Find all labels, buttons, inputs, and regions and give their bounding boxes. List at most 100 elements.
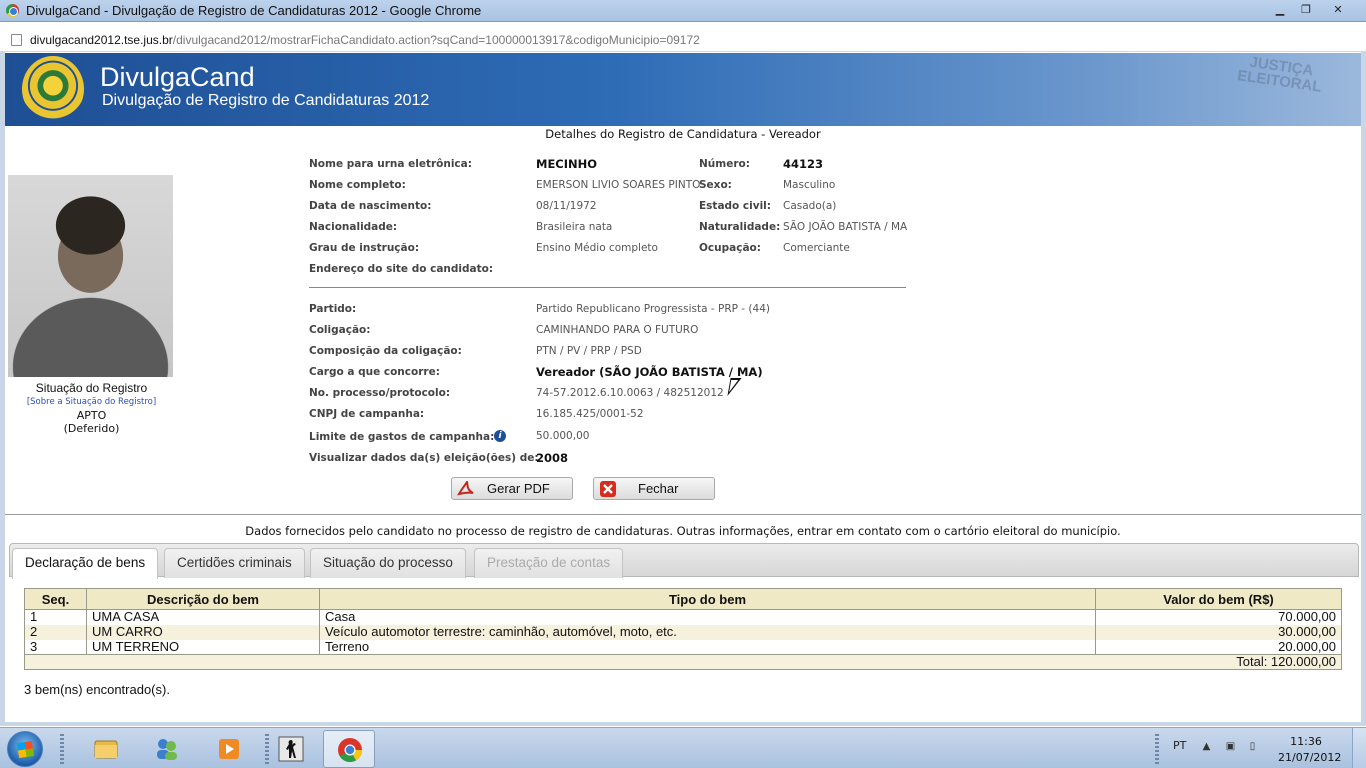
page-icon bbox=[11, 34, 22, 46]
taskbar-explorer[interactable] bbox=[80, 730, 132, 768]
tab-declaracao-de-bens[interactable]: Declaração de bens bbox=[12, 548, 159, 579]
table-header-row: Seq. Descrição do bem Tipo do bem Valor … bbox=[24, 588, 1342, 610]
assets-table: Seq. Descrição do bem Tipo do bem Valor … bbox=[24, 588, 1342, 670]
table-total-row: Total: 120.000,00 bbox=[24, 654, 1342, 670]
chrome-logo-icon bbox=[6, 4, 19, 17]
brasao-seal-icon bbox=[22, 56, 84, 122]
page-frame-right bbox=[1361, 52, 1366, 726]
start-button[interactable] bbox=[7, 731, 43, 767]
chrome-icon bbox=[338, 738, 362, 763]
estado-civil-value: Casado(a) bbox=[783, 200, 837, 212]
close-window-button[interactable]: ✕ bbox=[1326, 2, 1350, 18]
nacionalidade-value: Brasileira nata bbox=[536, 221, 613, 233]
tab-bar: Declaração de bens Certidões criminais S… bbox=[9, 543, 1359, 579]
situation-label: Situação do Registro bbox=[35, 381, 148, 395]
composicao-label: Composição da coligação: bbox=[309, 345, 462, 357]
power-icon[interactable]: ▯ bbox=[1246, 741, 1259, 754]
page-frame-bottom bbox=[5, 722, 1361, 726]
taskbar-game[interactable] bbox=[265, 730, 317, 768]
coligacao-label: Coligação: bbox=[309, 324, 371, 336]
tab-certidoes-criminais[interactable]: Certidões criminais bbox=[164, 548, 305, 578]
visualizar-label: Visualizar dados da(s) eleição(ões) de: bbox=[309, 452, 539, 464]
ocupacao-value: Comerciante bbox=[783, 242, 850, 254]
maximize-button[interactable]: ❐ bbox=[1294, 2, 1318, 18]
partido-value: Partido Republicano Progressista - PRP -… bbox=[536, 303, 770, 315]
counter-strike-icon bbox=[278, 736, 304, 762]
sexo-label: Sexo: bbox=[699, 179, 732, 191]
generate-pdf-button[interactable]: Gerar PDF bbox=[451, 477, 573, 500]
url-path: /divulgacand2012/mostrarFichaCandidato.a… bbox=[172, 33, 700, 47]
taskbar-grip bbox=[60, 734, 64, 764]
cell-seq: 2 bbox=[24, 624, 87, 640]
total-value: Total: 120.000,00 bbox=[24, 654, 1342, 670]
cell-tipo: Terreno bbox=[319, 639, 1096, 655]
clock-date: 21/07/2012 bbox=[1278, 751, 1342, 764]
grau-value: Ensino Médio completo bbox=[536, 242, 658, 254]
network-icon[interactable]: ▣ bbox=[1224, 741, 1237, 754]
users-icon bbox=[157, 739, 177, 760]
address-bar[interactable]: divulgacand2012.tse.jus.br/divulgacand20… bbox=[0, 28, 1366, 52]
site-brand: DivulgaCand bbox=[100, 62, 255, 92]
url-host: divulgacand2012.tse.jus.br bbox=[30, 33, 173, 47]
site-subtitle: Divulgação de Registro de Candidaturas 2… bbox=[102, 92, 430, 109]
header-valor: Valor do bem (R$) bbox=[1095, 588, 1342, 610]
cell-valor: 70.000,00 bbox=[1095, 609, 1342, 625]
taskbar: PT ▲ ▣ ▯ 11:36 21/07/2012 bbox=[0, 727, 1366, 768]
taskbar-media-player[interactable] bbox=[203, 730, 255, 768]
cell-tipo: Veículo automotor terrestre: caminhão, a… bbox=[319, 624, 1096, 640]
cell-tipo: Casa bbox=[319, 609, 1096, 625]
situation-detail: (Deferido) bbox=[63, 422, 120, 435]
window-title: DivulgaCand - Divulgação de Registro de … bbox=[26, 3, 482, 18]
close-button[interactable]: Fechar bbox=[593, 477, 715, 500]
clock-time: 11:36 bbox=[1290, 735, 1322, 748]
url-text[interactable]: divulgacand2012.tse.jus.br/divulgacand20… bbox=[30, 33, 700, 47]
site-label: Endereço do site do candidato: bbox=[309, 263, 494, 275]
estado-civil-label: Estado civil: bbox=[699, 200, 771, 212]
header-seq: Seq. bbox=[24, 588, 87, 610]
cell-seq: 3 bbox=[24, 639, 87, 655]
details-divider bbox=[309, 287, 906, 288]
coligacao-value: CAMINHANDO PARA O FUTURO bbox=[536, 324, 699, 336]
page-title: Detalhes do Registro de Candidatura - Ve… bbox=[545, 127, 821, 141]
numero-label: Número: bbox=[699, 158, 750, 170]
generate-pdf-label: Gerar PDF bbox=[487, 481, 550, 496]
situation-info-link[interactable]: [Sobre a Situação do Registro] bbox=[5, 397, 178, 407]
cnpj-value: 16.185.425/0001-52 bbox=[536, 408, 644, 420]
cargo-value: Vereador (SÃO JOÃO BATISTA / MA) bbox=[536, 365, 763, 379]
justica-eleitoral-watermark: JUSTIÇA ELEITORAL bbox=[1236, 53, 1324, 96]
urna-value: MECINHO bbox=[536, 157, 598, 171]
election-year-link[interactable]: 2008 bbox=[536, 451, 568, 469]
assets-count: 3 bem(ns) encontrado(s). bbox=[24, 682, 170, 697]
processo-value: 74-57.2012.6.10.0063 / 482512012 bbox=[536, 387, 724, 399]
nome-label: Nome completo: bbox=[309, 179, 406, 191]
media-player-icon bbox=[219, 739, 239, 759]
processo-label: No. processo/protocolo: bbox=[309, 387, 451, 399]
language-indicator[interactable]: PT bbox=[1173, 739, 1186, 752]
clock[interactable]: 11:36 21/07/2012 bbox=[1278, 734, 1342, 766]
grau-label: Grau de instrução: bbox=[309, 242, 420, 254]
table-row: 2 UM CARRO Veículo automotor terrestre: … bbox=[24, 624, 1342, 640]
site-banner: DivulgaCand Divulgação de Registro de Ca… bbox=[5, 53, 1361, 126]
numero-value: 44123 bbox=[783, 157, 824, 171]
cell-valor: 20.000,00 bbox=[1095, 639, 1342, 655]
cell-descricao: UM CARRO bbox=[86, 624, 320, 640]
window-titlebar: DivulgaCand - Divulgação de Registro de … bbox=[0, 0, 1366, 22]
registration-situation: Situação do Registro [Sobre a Situação d… bbox=[5, 381, 178, 435]
cell-seq: 1 bbox=[24, 609, 87, 625]
show-desktop-button[interactable] bbox=[1352, 728, 1366, 768]
minimize-button[interactable]: ▁ bbox=[1268, 2, 1292, 18]
nacionalidade-label: Nacionalidade: bbox=[309, 221, 398, 233]
cell-valor: 30.000,00 bbox=[1095, 624, 1342, 640]
taskbar-users[interactable] bbox=[141, 730, 193, 768]
header-descricao: Descrição do bem bbox=[86, 588, 320, 610]
ocupacao-label: Ocupação: bbox=[699, 242, 761, 254]
naturalidade-label: Naturalidade: bbox=[699, 221, 781, 233]
info-icon[interactable]: i bbox=[494, 430, 506, 442]
tray-expand-icon[interactable]: ▲ bbox=[1200, 741, 1213, 754]
urna-label: Nome para urna eletrônica: bbox=[309, 158, 472, 170]
tab-situacao-do-processo[interactable]: Situação do processo bbox=[310, 548, 466, 578]
taskbar-chrome[interactable] bbox=[323, 730, 375, 768]
table-row: 3 UM TERRENO Terreno 20.000,00 bbox=[24, 639, 1342, 655]
cell-descricao: UM TERRENO bbox=[86, 639, 320, 655]
close-red-x-icon bbox=[600, 481, 616, 497]
